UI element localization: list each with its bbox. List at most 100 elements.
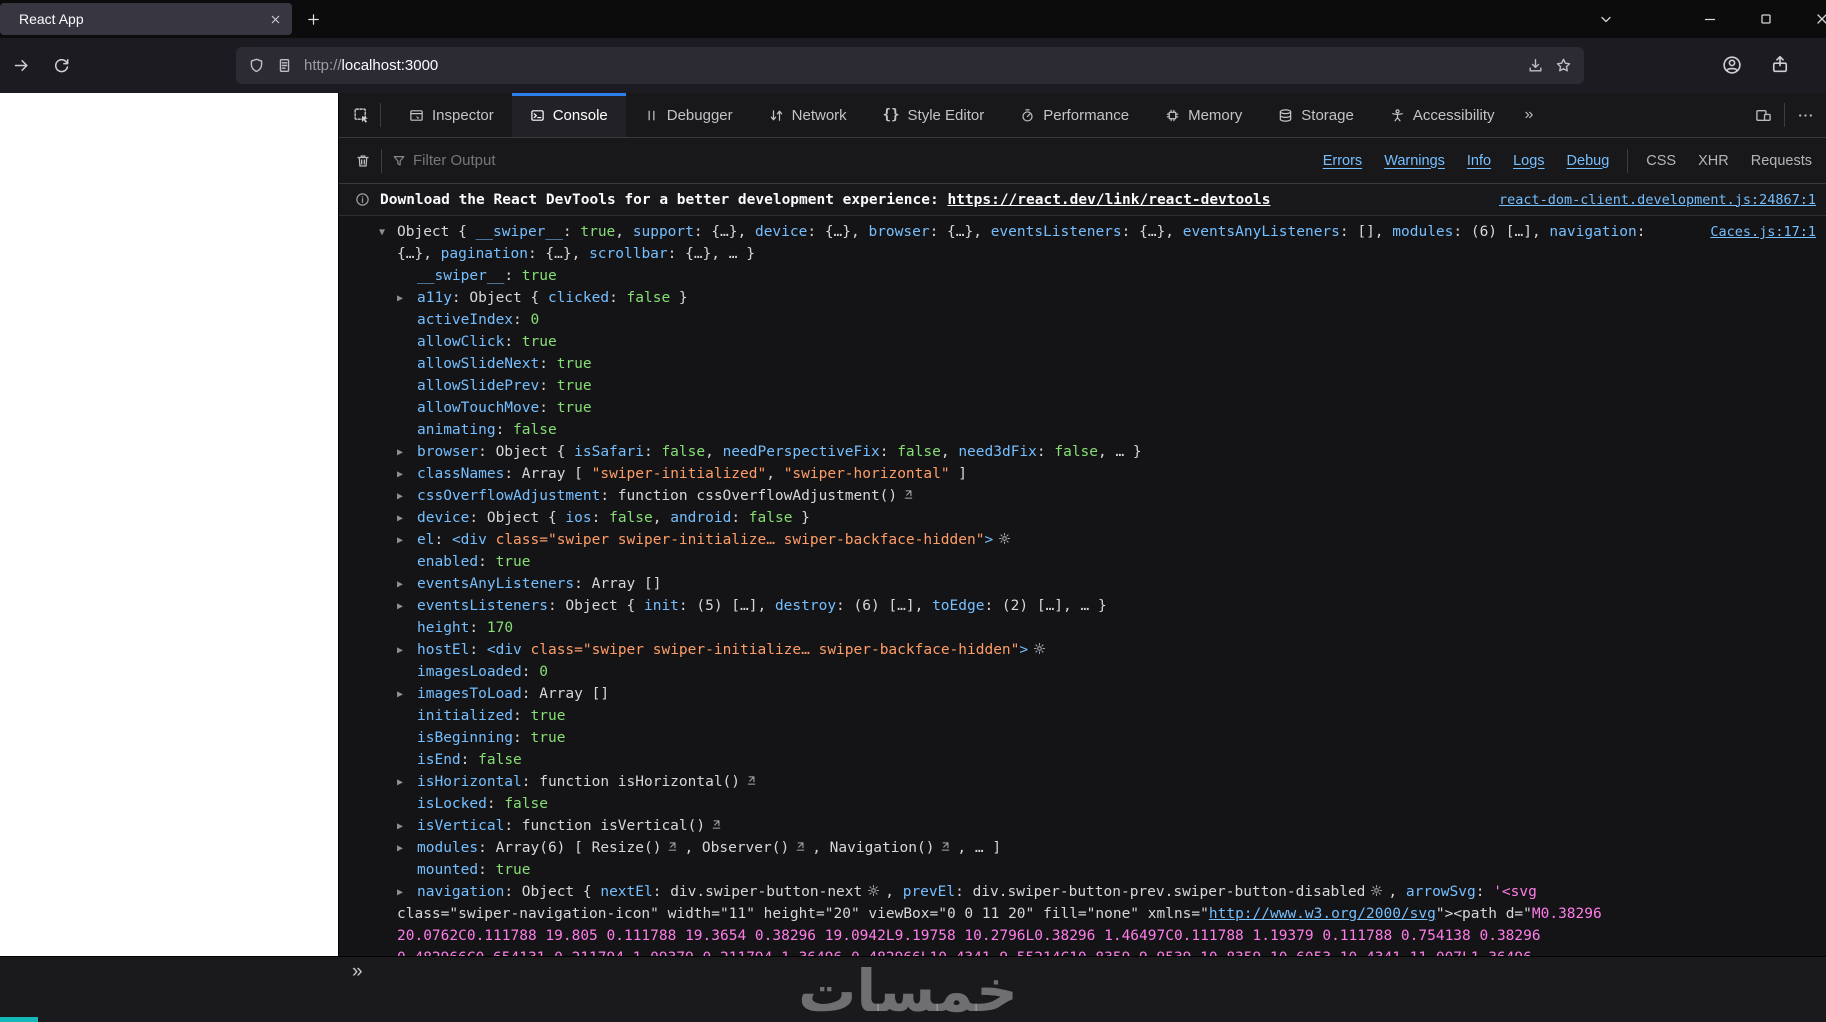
twisty-closed-icon[interactable]: ▶ bbox=[397, 838, 417, 859]
notice-source-link[interactable]: react-dom-client.development.js:24867:1 bbox=[1499, 192, 1826, 208]
console-row-content: ▶ eventsAnyListeners: Array [] bbox=[397, 573, 1826, 595]
console-token: true bbox=[556, 356, 592, 372]
jump-to-definition-icon[interactable] bbox=[939, 840, 952, 853]
filter-warnings[interactable]: Warnings bbox=[1384, 153, 1445, 169]
jump-to-definition-icon[interactable] bbox=[710, 818, 723, 831]
console-token: true bbox=[521, 268, 557, 284]
twisty-closed-icon[interactable]: ▶ bbox=[397, 882, 417, 903]
devtools-toolbar-right bbox=[1755, 93, 1826, 137]
console-row: initialized: true bbox=[339, 705, 1826, 727]
share-button[interactable] bbox=[1770, 55, 1790, 75]
console-key: imagesLoaded bbox=[417, 664, 522, 680]
twisty-closed-icon[interactable]: ▶ bbox=[397, 684, 417, 705]
console-row: mounted: true bbox=[339, 859, 1826, 881]
console-token: : bbox=[643, 444, 662, 460]
new-tab-button[interactable] bbox=[306, 12, 321, 27]
console-row-content: allowClick: true bbox=[397, 331, 1826, 353]
bookmark-star-icon[interactable] bbox=[1555, 57, 1572, 74]
twisty-closed-icon[interactable]: ▶ bbox=[397, 464, 417, 485]
console-key: mounted bbox=[417, 862, 479, 878]
jump-to-definition-icon[interactable] bbox=[745, 774, 758, 787]
twisty-closed-icon[interactable]: ▶ bbox=[397, 486, 417, 507]
tab-overflow[interactable]: » bbox=[1513, 93, 1546, 137]
twisty-closed-icon[interactable]: ▶ bbox=[397, 530, 417, 551]
notice-link[interactable]: https://react.dev/link/react-devtools bbox=[947, 192, 1270, 208]
filter-errors[interactable]: Errors bbox=[1323, 153, 1362, 169]
tab-label: » bbox=[1524, 106, 1534, 123]
inspect-node-icon[interactable] bbox=[1370, 884, 1383, 897]
console-token: "><path d=" bbox=[1435, 906, 1532, 922]
jump-to-definition-icon[interactable] bbox=[794, 840, 807, 853]
twisty-closed-icon[interactable]: ▶ bbox=[397, 596, 417, 617]
console-token: : Array [ bbox=[504, 466, 592, 482]
filter-requests[interactable]: Requests bbox=[1751, 153, 1812, 169]
console-token: : bbox=[434, 532, 452, 548]
console-key: browser bbox=[417, 444, 479, 460]
tab-storage[interactable]: Storage bbox=[1260, 93, 1372, 137]
forward-button[interactable] bbox=[12, 56, 31, 75]
jump-to-definition-icon[interactable] bbox=[666, 840, 679, 853]
filter-css[interactable]: CSS bbox=[1646, 153, 1676, 169]
tab-style-editor[interactable]: {} Style Editor bbox=[865, 93, 1003, 137]
twisty-closed-icon[interactable]: ▶ bbox=[397, 640, 417, 661]
devtools-menu-button[interactable] bbox=[1797, 107, 1814, 124]
tab-label: Network bbox=[791, 106, 847, 124]
twisty-closed-icon[interactable]: ▶ bbox=[397, 288, 417, 309]
tab-debugger[interactable]: Debugger bbox=[626, 93, 751, 137]
tab-close-icon[interactable] bbox=[269, 13, 282, 26]
twisty-closed-icon[interactable]: ▶ bbox=[397, 772, 417, 793]
console-token: : Object { bbox=[478, 444, 575, 460]
tab-performance[interactable]: Performance bbox=[1002, 93, 1147, 137]
twisty-closed-icon[interactable]: ▶ bbox=[397, 816, 417, 837]
tracking-protection-icon[interactable] bbox=[248, 57, 265, 74]
console-token: : bbox=[469, 620, 487, 636]
console-row-content: ▶ el: <div class="swiper swiper-initializ… bbox=[397, 529, 1826, 551]
filter-logs[interactable]: Logs bbox=[1513, 153, 1544, 169]
console-token: <div bbox=[486, 642, 522, 658]
console-token: true bbox=[530, 730, 566, 746]
console-token: "swiper-initialized" bbox=[591, 466, 767, 482]
filter-output-input[interactable]: Filter Output bbox=[413, 152, 496, 169]
minimize-button[interactable] bbox=[1702, 11, 1718, 27]
responsive-design-button[interactable] bbox=[1755, 107, 1772, 124]
inspect-node-icon[interactable] bbox=[867, 884, 880, 897]
filter-xhr[interactable]: XHR bbox=[1698, 153, 1729, 169]
list-all-tabs-button[interactable] bbox=[1598, 11, 1614, 27]
console-source-link[interactable]: Caces.js:17:1 bbox=[1702, 221, 1826, 243]
console-row: ▼ Object { __swiper__: true, support: {…}… bbox=[339, 221, 1826, 243]
twisty-closed-icon[interactable]: ▶ bbox=[397, 574, 417, 595]
twisty-closed-icon[interactable]: ▶ bbox=[397, 442, 417, 463]
account-button[interactable] bbox=[1722, 55, 1742, 75]
console-token: : Object { bbox=[547, 598, 644, 614]
clear-console-button[interactable] bbox=[355, 153, 371, 169]
inspect-node-icon[interactable] bbox=[1033, 642, 1046, 655]
close-window-button[interactable] bbox=[1814, 11, 1826, 27]
console-row: allowSlidePrev: true bbox=[339, 375, 1826, 397]
twisty-open-icon[interactable]: ▼ bbox=[379, 222, 397, 243]
save-page-icon[interactable] bbox=[1527, 57, 1544, 74]
console-row-content: __swiper__: true bbox=[397, 265, 1826, 287]
browser-tab-react-app[interactable]: React App bbox=[0, 3, 292, 35]
inspect-node-icon[interactable] bbox=[998, 532, 1011, 545]
site-info-icon[interactable] bbox=[276, 57, 293, 74]
twisty-closed-icon[interactable]: ▶ bbox=[397, 508, 417, 529]
tab-network[interactable]: Network bbox=[751, 93, 865, 137]
console-row: ▶ isVertical: function isVertical() bbox=[339, 815, 1826, 837]
filter-info[interactable]: Info bbox=[1467, 153, 1491, 169]
pick-element-button[interactable] bbox=[353, 107, 370, 124]
reload-button[interactable] bbox=[52, 56, 71, 75]
expand-console-button[interactable]: » bbox=[352, 961, 362, 983]
filter-debug[interactable]: Debug bbox=[1567, 153, 1610, 169]
tab-inspector[interactable]: Inspector bbox=[391, 93, 512, 137]
url-bar[interactable]: http://localhost:3000 bbox=[236, 47, 1584, 84]
console-row: ▶ eventsListeners: Object { init: (5) […]… bbox=[339, 595, 1826, 617]
url-scheme: http:// bbox=[304, 57, 342, 74]
console-row-content: animating: false bbox=[397, 419, 1826, 441]
network-icon bbox=[769, 108, 784, 123]
jump-to-definition-icon[interactable] bbox=[902, 488, 915, 501]
tab-accessibility[interactable]: Accessibility bbox=[1372, 93, 1513, 137]
tab-console[interactable]: Console bbox=[511, 93, 626, 137]
tab-memory[interactable]: Memory bbox=[1147, 93, 1260, 137]
console-link[interactable]: http://www.w3.org/2000/svg bbox=[1209, 906, 1436, 922]
maximize-button[interactable] bbox=[1758, 11, 1774, 27]
